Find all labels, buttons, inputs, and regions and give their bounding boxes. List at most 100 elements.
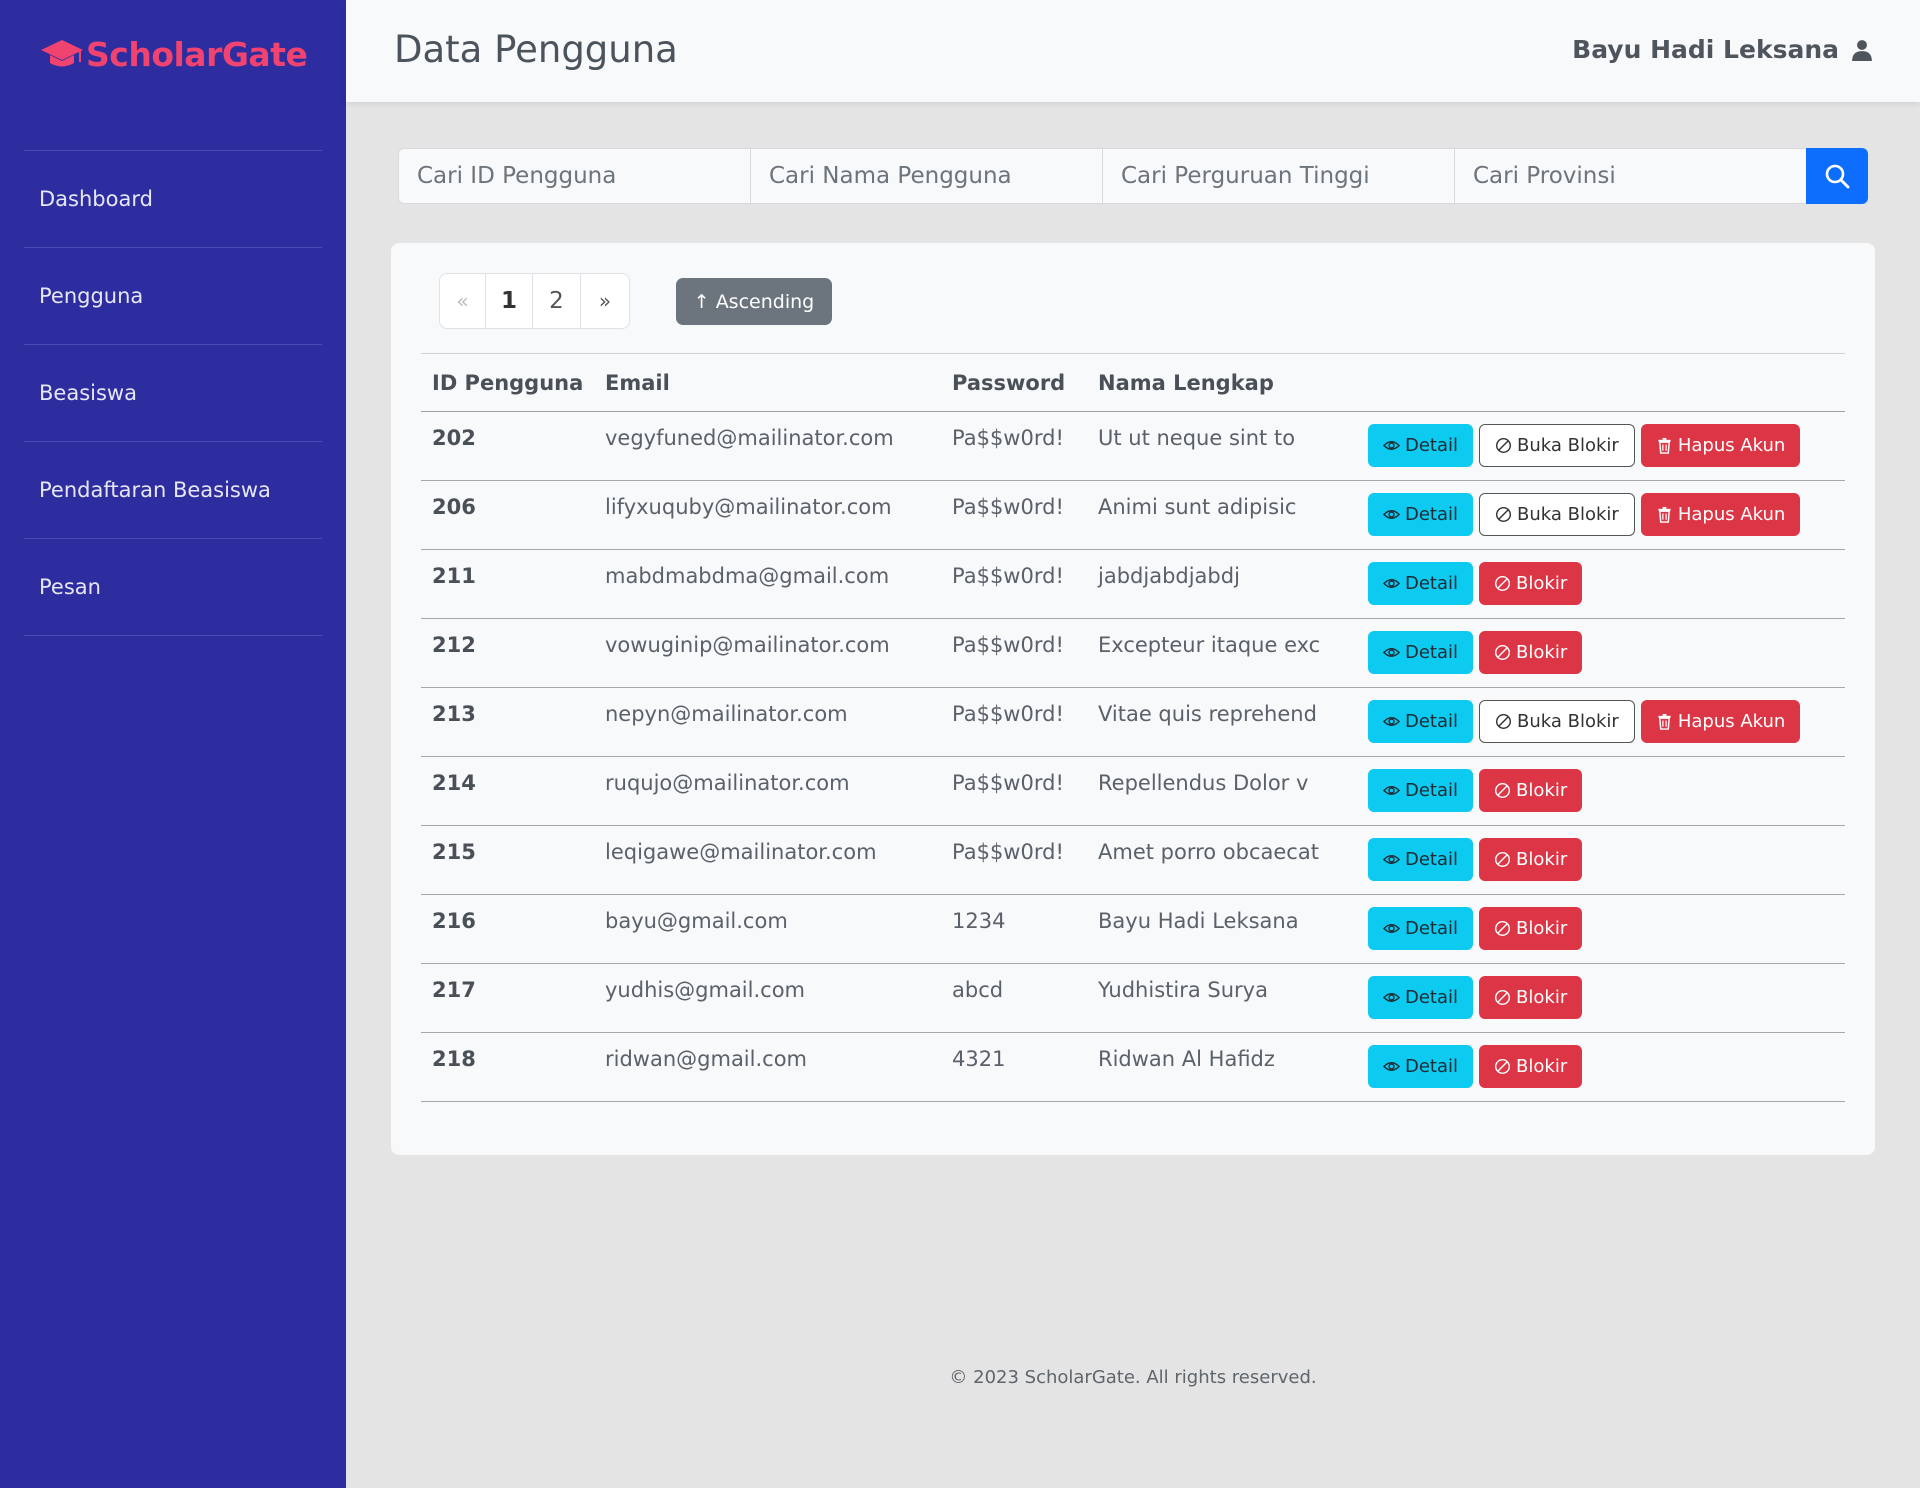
detail-label: Detail [1405, 918, 1459, 939]
block-button[interactable]: Blokir [1479, 976, 1583, 1019]
table-row: 215 leqigawe@mailinator.com Pa$$w0rd! Amet … [421, 825, 1845, 895]
detail-button[interactable]: Detail [1368, 769, 1474, 812]
block-label: Blokir [1516, 642, 1568, 663]
detail-label: Detail [1405, 987, 1459, 1008]
pagination-page-2[interactable]: 2 [533, 274, 581, 328]
ban-icon [1495, 851, 1511, 868]
detail-button[interactable]: Detail [1368, 1045, 1474, 1088]
sidebar: ScholarGate Dashboard Pengguna Beasiswa … [0, 0, 346, 1488]
detail-button[interactable]: Detail [1368, 700, 1474, 743]
block-label: Blokir [1516, 1056, 1568, 1077]
sidebar-item-label: Beasiswa [39, 381, 137, 405]
cell-email: leqigawe@mailinator.com [594, 825, 941, 895]
trash-icon [1658, 437, 1671, 454]
delete-account-button[interactable]: Hapus Akun [1640, 700, 1801, 743]
ban-icon [1495, 1058, 1511, 1075]
table-row: 213 nepyn@mailinator.com Pa$$w0rd! Vitae qu… [421, 687, 1845, 757]
delete-label: Hapus Akun [1677, 711, 1786, 732]
table-row: 218 ridwan@gmail.com 4321 Ridwan Al Hafidz D… [421, 1032, 1845, 1102]
cell-actions: Detail Blokir [1357, 756, 1845, 826]
block-button[interactable]: Blokir [1479, 1045, 1583, 1088]
ban-icon [1496, 437, 1512, 454]
sort-ascending-button[interactable]: ↑ Ascending [676, 278, 832, 325]
detail-label: Detail [1405, 573, 1459, 594]
table-row: 206 lifyxuquby@mailinator.com Pa$$w0rd! Ani… [421, 480, 1845, 550]
column-header-email: Email [594, 353, 941, 412]
search-province-input[interactable] [1454, 148, 1806, 204]
users-card: « 1 2 » ↑ Ascending ID Pengguna Email Pa… [391, 243, 1875, 1155]
cell-email: nepyn@mailinator.com [594, 687, 941, 757]
cell-actions: Detail Blokir [1357, 894, 1845, 964]
block-button[interactable]: Blokir [1479, 631, 1583, 674]
search-button[interactable] [1806, 148, 1868, 204]
eye-icon [1383, 1062, 1400, 1071]
detail-button[interactable]: Detail [1368, 907, 1474, 950]
user-name: Bayu Hadi Leksana [1572, 35, 1839, 64]
unblock-label: Buka Blokir [1517, 711, 1619, 732]
cell-email: vegyfuned@mailinator.com [594, 411, 941, 481]
cell-email: yudhis@gmail.com [594, 963, 941, 1033]
delete-label: Hapus Akun [1677, 435, 1786, 456]
cell-actions: Detail Buka Blokir Hapus Akun [1357, 411, 1845, 481]
search-name-input[interactable] [750, 148, 1102, 204]
table-row: 202 vegyfuned@mailinator.com Pa$$w0rd! Ut u… [421, 411, 1845, 481]
unblock-button[interactable]: Buka Blokir [1479, 493, 1635, 536]
detail-button[interactable]: Detail [1368, 424, 1474, 467]
cell-password: Pa$$w0rd! [941, 825, 1087, 895]
delete-account-button[interactable]: Hapus Akun [1640, 424, 1801, 467]
users-table: ID Pengguna Email Password Nama Lengkap … [421, 353, 1845, 1102]
detail-button[interactable]: Detail [1368, 631, 1474, 674]
detail-button[interactable]: Detail [1368, 493, 1474, 536]
pagination-prev[interactable]: « [440, 274, 486, 328]
sidebar-item-pengguna[interactable]: Pengguna [24, 248, 322, 345]
sidebar-item-dashboard[interactable]: Dashboard [24, 151, 322, 248]
sidebar-item-pesan[interactable]: Pesan [24, 539, 322, 636]
sidebar-item-pendaftaran-beasiswa[interactable]: Pendaftaran Beasiswa [24, 442, 322, 539]
cell-id: 211 [421, 549, 594, 619]
column-header-password: Password [941, 353, 1087, 412]
block-label: Blokir [1516, 987, 1568, 1008]
delete-account-button[interactable]: Hapus Akun [1640, 493, 1801, 536]
cell-name: Excepteur itaque exc [1087, 618, 1357, 688]
ban-icon [1496, 713, 1512, 730]
block-button[interactable]: Blokir [1479, 838, 1583, 881]
eye-icon [1383, 786, 1400, 795]
detail-button[interactable]: Detail [1368, 976, 1474, 1019]
brand-logo[interactable]: ScholarGate [40, 32, 308, 76]
sidebar-item-beasiswa[interactable]: Beasiswa [24, 345, 322, 442]
cell-id: 215 [421, 825, 594, 895]
cell-id: 218 [421, 1032, 594, 1102]
sidebar-item-label: Pengguna [39, 284, 144, 308]
ban-icon [1496, 506, 1512, 523]
cell-actions: Detail Buka Blokir Hapus Akun [1357, 687, 1845, 757]
search-id-input[interactable] [398, 148, 750, 204]
pagination-next[interactable]: » [581, 274, 629, 328]
column-header-actions [1357, 353, 1845, 412]
cell-name: Ridwan Al Hafidz [1087, 1032, 1357, 1102]
pagination-page-1[interactable]: 1 [486, 274, 533, 328]
pagination: « 1 2 » [439, 273, 630, 329]
sidebar-item-label: Pesan [39, 575, 101, 599]
eye-icon [1383, 441, 1400, 450]
detail-label: Detail [1405, 504, 1459, 525]
trash-icon [1658, 713, 1671, 730]
block-button[interactable]: Blokir [1479, 907, 1583, 950]
trash-icon [1658, 506, 1671, 523]
cell-email: bayu@gmail.com [594, 894, 941, 964]
cell-email: vowuginip@mailinator.com [594, 618, 941, 688]
unblock-button[interactable]: Buka Blokir [1479, 424, 1635, 467]
ban-icon [1495, 989, 1511, 1006]
detail-button[interactable]: Detail [1368, 562, 1474, 605]
sidebar-item-label: Pendaftaran Beasiswa [39, 478, 271, 502]
user-menu[interactable]: Bayu Hadi Leksana [1572, 35, 1873, 64]
block-button[interactable]: Blokir [1479, 562, 1583, 605]
detail-label: Detail [1405, 642, 1459, 663]
search-university-input[interactable] [1102, 148, 1454, 204]
unblock-button[interactable]: Buka Blokir [1479, 700, 1635, 743]
table-row: 217 yudhis@gmail.com abcd Yudhistira Surya D… [421, 963, 1845, 1033]
detail-button[interactable]: Detail [1368, 838, 1474, 881]
block-button[interactable]: Blokir [1479, 769, 1583, 812]
eye-icon [1383, 648, 1400, 657]
arrow-up-icon: ↑ [693, 290, 710, 313]
cell-id: 206 [421, 480, 594, 550]
